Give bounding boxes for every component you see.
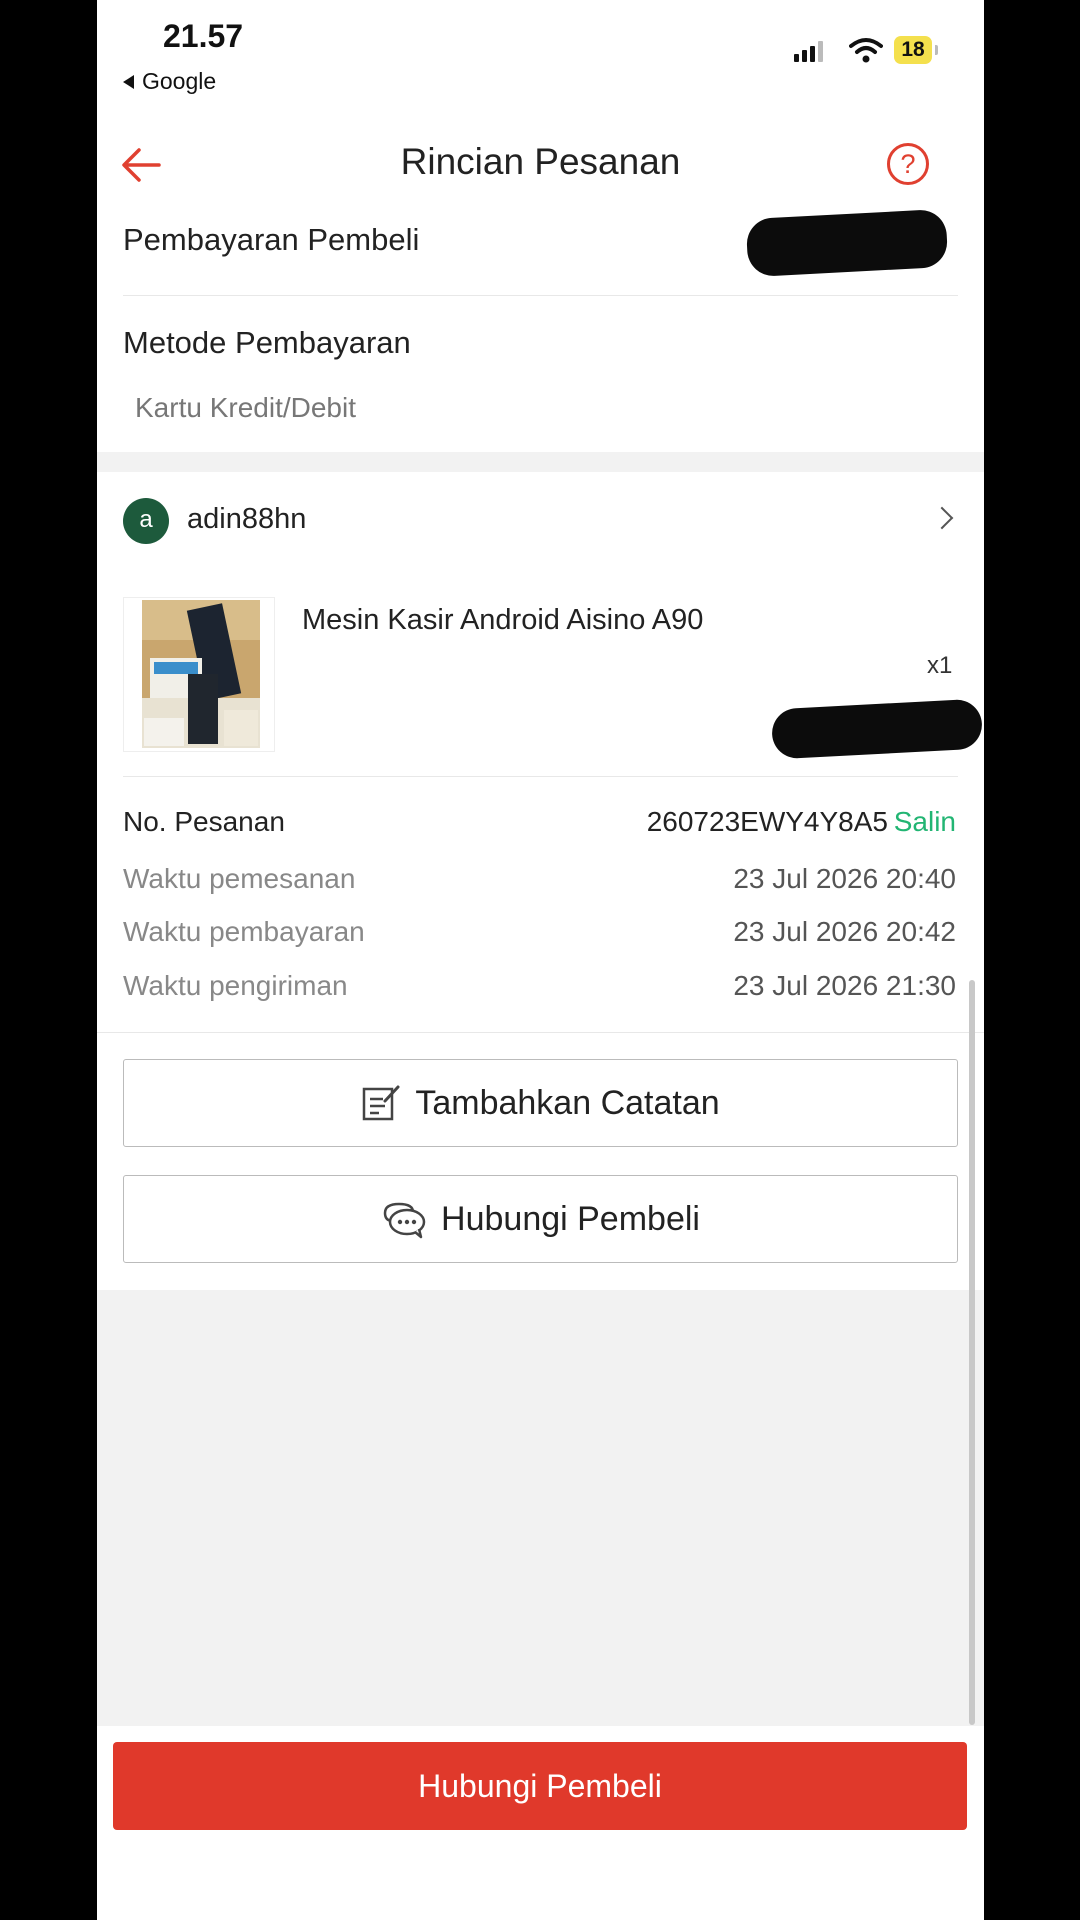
payment-time-label: Waktu pembayaran xyxy=(123,916,365,947)
payment-method-value: Kartu Kredit/Debit xyxy=(135,392,356,423)
add-note-button[interactable]: Tambahkan Catatan xyxy=(123,1059,958,1147)
shipping-time-value: 23 Jul 2026 21:30 xyxy=(733,970,956,1001)
order-number-value: 260723EWY4Y8A5 xyxy=(646,806,888,837)
redacted-price xyxy=(770,698,984,760)
section-gap xyxy=(97,452,984,472)
battery-icon: 18 xyxy=(894,36,932,64)
shop-name: adin88hn xyxy=(187,503,307,535)
add-note-label: Tambahkan Catatan xyxy=(415,1083,720,1122)
wifi-icon xyxy=(849,38,883,63)
contact-buyer-label: Hubungi Pembeli xyxy=(441,1199,700,1238)
signal-icon xyxy=(794,40,823,62)
back-app-label: Google xyxy=(142,68,217,94)
battery-nub xyxy=(935,45,938,55)
payment-method-label: Metode Pembayaran xyxy=(123,325,411,360)
chat-icon xyxy=(383,1202,426,1239)
avatar: a xyxy=(123,498,169,544)
chevron-right-icon xyxy=(930,506,954,530)
payment-time-value: 23 Jul 2026 20:42 xyxy=(733,916,956,947)
divider xyxy=(123,776,958,777)
shipping-time-label: Waktu pengiriman xyxy=(123,970,348,1001)
order-time-label: Waktu pemesanan xyxy=(123,863,356,894)
note-icon xyxy=(363,1085,400,1121)
page-title: Rincian Pesanan xyxy=(400,141,681,182)
scrollbar[interactable] xyxy=(969,980,975,1725)
divider xyxy=(123,295,958,296)
back-to-app-link[interactable]: Google xyxy=(123,68,216,95)
product-thumbnail[interactable] xyxy=(123,597,275,752)
order-time-value: 23 Jul 2026 20:40 xyxy=(733,863,956,894)
back-triangle-icon xyxy=(123,74,134,89)
help-icon[interactable]: ? xyxy=(887,143,929,185)
contact-buyer-button[interactable]: Hubungi Pembeli xyxy=(123,1175,958,1263)
product-name: Mesin Kasir Android Aisino A90 xyxy=(302,604,704,636)
phone-screen: 21.57 Google 18 Rincian Pesanan ? Pembay… xyxy=(97,0,984,1920)
product-quantity: x1 xyxy=(927,652,953,679)
buyer-payment-label: Pembayaran Pembeli xyxy=(123,222,420,257)
primary-contact-buyer-button[interactable]: Hubungi Pembeli xyxy=(113,1742,967,1830)
empty-area xyxy=(97,1290,984,1726)
redacted-amount xyxy=(745,208,949,278)
header-bar: Rincian Pesanan ? xyxy=(97,125,984,205)
copy-order-number-link[interactable]: Salin xyxy=(894,806,956,838)
status-time: 21.57 xyxy=(163,18,244,54)
divider xyxy=(97,1032,984,1033)
order-number-label: No. Pesanan xyxy=(123,806,285,837)
